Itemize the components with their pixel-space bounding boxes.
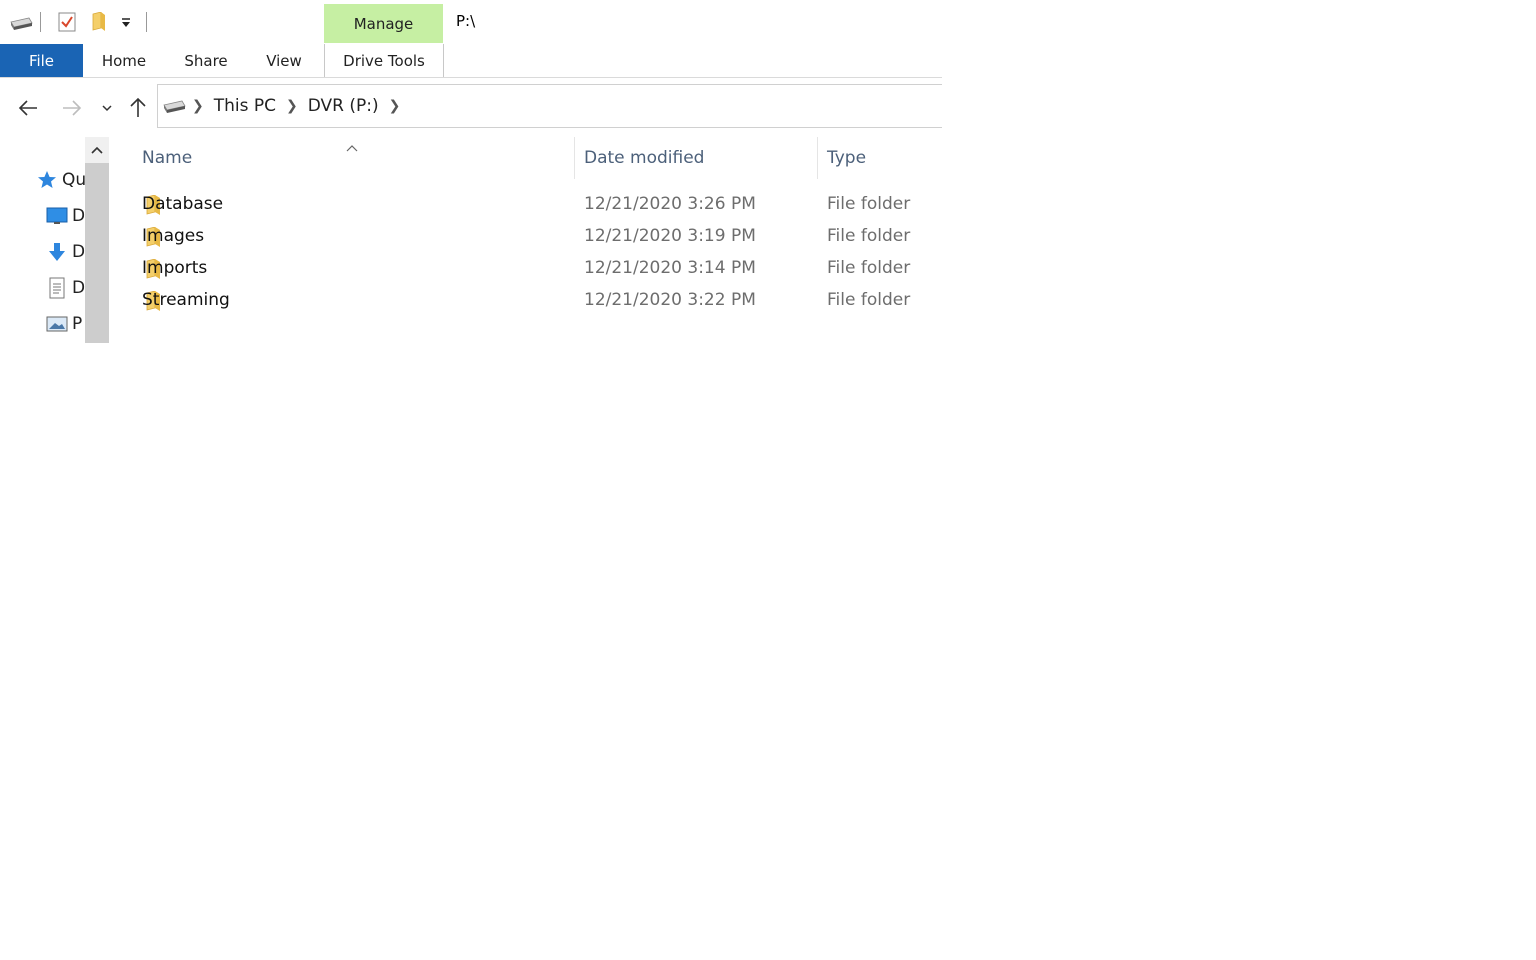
file-list: Name Date modified Type Database 12/21/2… [112,137,942,343]
address-bar[interactable]: ❯ This PC ❯ DVR (P:) ❯ [157,84,942,128]
downloads-icon [46,241,68,263]
file-type: File folder [827,226,911,246]
nav-item-label: D [72,242,86,262]
customize-qat-chevron-icon[interactable] [118,14,134,32]
back-button[interactable] [14,94,42,122]
nav-item-label: D [72,278,86,298]
window-title: P:\ [456,12,476,30]
desktop-icon [46,205,68,227]
file-date-modified: 12/21/2020 3:19 PM [584,226,756,246]
file-date-modified: 12/21/2020 3:26 PM [584,194,756,214]
quick-access-toolbar: Manage P:\ [0,0,942,44]
nav-item-label: D [72,206,86,226]
ribbon-tabs: File Home Share View Drive Tools [0,44,942,78]
tab-home[interactable]: Home [96,44,152,77]
manage-contextual-tab[interactable]: Manage [324,4,443,43]
drive-icon[interactable] [8,14,34,32]
new-folder-icon[interactable] [88,11,110,33]
star-icon [36,169,58,191]
recent-locations-button[interactable] [98,98,116,118]
file-explorer-window: Manage P:\ File Home Share View Drive To… [0,0,942,345]
nav-item-label: Qu [62,170,87,190]
table-row[interactable]: Images 12/21/2020 3:19 PM File folder [112,220,942,252]
scroll-thumb[interactable] [85,163,109,343]
tab-view[interactable]: View [260,44,308,77]
column-header-name[interactable]: Name [142,137,572,179]
table-row[interactable]: Imports 12/21/2020 3:14 PM File folder [112,252,942,284]
properties-icon[interactable] [56,11,78,33]
nav-item-quick-access[interactable]: Qu [36,168,86,192]
breadcrumb-chevron-icon[interactable]: ❯ [286,98,298,114]
breadcrumb-chevron-icon[interactable]: ❯ [389,98,401,114]
nav-item-documents[interactable]: D [46,276,85,300]
column-header-type[interactable]: Type [827,137,937,179]
nav-item-downloads[interactable]: D [46,240,85,264]
tab-file[interactable]: File [0,44,83,77]
nav-item-label: P [72,314,83,334]
column-divider[interactable] [574,137,575,179]
tab-share[interactable]: Share [180,44,232,77]
file-date-modified: 12/21/2020 3:22 PM [584,290,756,310]
navigation-pane-scrollbar[interactable] [85,137,109,343]
column-header-date-modified[interactable]: Date modified [584,137,816,179]
file-name: Streaming [142,290,230,310]
breadcrumb-this-pc[interactable]: This PC [214,96,276,116]
tab-drive-tools[interactable]: Drive Tools [324,44,444,77]
file-date-modified: 12/21/2020 3:14 PM [584,258,756,278]
file-name: Imports [142,258,208,278]
qat-separator [146,12,147,32]
table-row[interactable]: Database 12/21/2020 3:26 PM File folder [112,188,942,220]
chevron-up-icon [91,146,103,154]
file-type: File folder [827,290,911,310]
pictures-icon [46,313,68,335]
file-type: File folder [827,258,911,278]
breadcrumb-dvr-drive[interactable]: DVR (P:) [308,96,379,116]
table-row[interactable]: Streaming 12/21/2020 3:22 PM File folder [112,284,942,316]
file-type: File folder [827,194,911,214]
chevron-down-icon [102,105,112,112]
forward-button[interactable] [58,94,86,122]
drive-icon [162,99,186,113]
scroll-up-button[interactable] [85,137,109,163]
file-name: Images [142,226,205,246]
back-arrow-icon [18,100,37,116]
file-name: Database [142,194,224,214]
qat-separator [40,12,41,32]
documents-icon [46,277,68,299]
up-button[interactable] [124,92,152,122]
breadcrumb-chevron-icon[interactable]: ❯ [192,98,204,114]
nav-item-desktop[interactable]: D [46,204,85,228]
navigation-bar: ❯ This PC ❯ DVR (P:) ❯ [0,78,942,136]
column-divider[interactable] [817,137,818,179]
forward-arrow-icon [63,100,82,116]
nav-item-pictures[interactable]: P [46,312,82,336]
up-arrow-icon [130,97,146,117]
